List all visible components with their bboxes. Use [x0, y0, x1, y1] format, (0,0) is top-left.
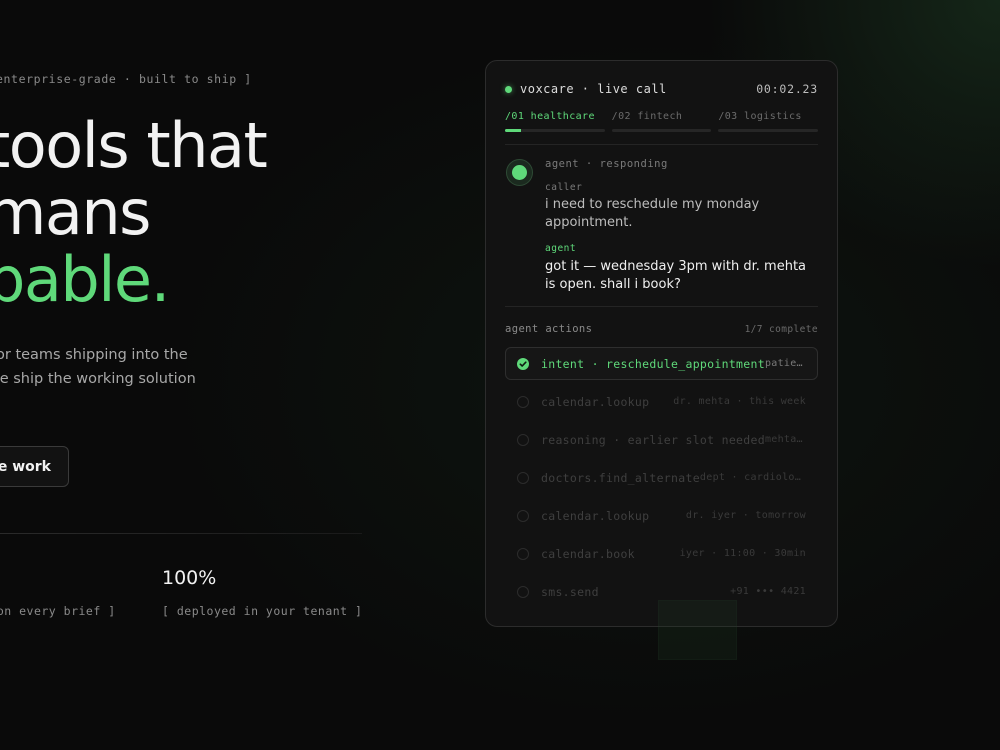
actions-count: 1/7 complete — [744, 324, 818, 335]
action-detail: +91 ••• 4421 — [730, 586, 806, 597]
empty-circle-icon — [517, 509, 529, 522]
action-name: intent · reschedule_appointment — [541, 356, 765, 371]
panel-header: voxcare · live call 00:02.23 — [505, 81, 818, 97]
stat-value-deployed: 100% — [162, 567, 217, 589]
action-name: calendar.book — [541, 546, 635, 561]
action-row[interactable]: calendar.lookup dr. iyer · tomorrow — [505, 499, 818, 532]
empty-circle-icon — [517, 547, 529, 560]
agent-avatar-core — [512, 165, 527, 180]
tab-label: /02 fintech — [611, 111, 683, 122]
action-row[interactable]: reasoning · earlier slot needed mehta f… — [505, 423, 818, 456]
tab-progress-track — [505, 129, 605, 132]
caller-role-label: caller — [545, 182, 583, 193]
action-name: calendar.lookup — [541, 508, 650, 523]
tab-fintech[interactable]: /02 fintech — [611, 111, 712, 132]
stat-label-brief: y on every brief ] — [0, 604, 116, 618]
action-detail: dr. mehta · this week — [673, 396, 806, 407]
hero-subcopy: tems for teams shipping into the m — we … — [0, 343, 196, 391]
live-dot-icon — [505, 85, 512, 93]
tab-healthcare[interactable]: /01 healthcare — [505, 111, 605, 132]
caller-message: i need to reschedule my monday appointme… — [545, 197, 760, 230]
industry-tabs: /01 healthcare /02 fintech /03 logistics — [505, 111, 819, 132]
tab-label: /03 logistics — [718, 111, 802, 122]
action-detail: dept · cardiology — [699, 472, 806, 483]
action-detail: mehta f… — [764, 434, 806, 445]
action-name: sms.send — [541, 584, 599, 599]
actions-title: agent actions — [505, 323, 593, 335]
subcopy-line-2: m — we ship the working solution — [0, 371, 196, 387]
tab-logistics[interactable]: /03 logistics — [718, 111, 819, 132]
action-row[interactable]: calendar.book iyer · 11:00 · 30min — [505, 537, 818, 570]
decorative-square — [658, 600, 737, 660]
tab-progress-track — [611, 129, 712, 132]
tab-label: /01 healthcare — [505, 111, 595, 122]
agent-role-label: agent — [545, 243, 577, 254]
action-detail: dr. iyer · tomorrow — [685, 510, 806, 521]
call-timer: 00:02.23 — [756, 82, 818, 96]
action-name: reasoning · earlier slot needed — [541, 432, 765, 447]
action-detail: iyer · 11:00 · 30min — [679, 548, 806, 559]
see-work-button[interactable]: ve work — [0, 446, 69, 487]
cta-label: ve work — [0, 458, 51, 475]
action-row[interactable]: doctors.find_alternate dept · cardiology — [505, 461, 818, 494]
panel-title: voxcare · live call — [520, 82, 667, 96]
divider — [505, 306, 818, 307]
hero-headline: tools that mans pable. — [0, 109, 268, 316]
agent-message: got it — wednesday 3pm with dr. mehta is… — [545, 259, 807, 292]
tab-progress-track — [718, 129, 819, 132]
empty-circle-icon — [517, 585, 529, 598]
action-row[interactable]: calendar.lookup dr. mehta · this week — [505, 385, 818, 418]
action-name: doctors.find_alternate — [541, 470, 700, 485]
hero-divider — [0, 533, 362, 534]
agent-status: agent · responding — [545, 158, 668, 170]
check-circle-icon — [517, 357, 529, 370]
tab-progress-fill — [505, 129, 521, 132]
live-call-panel: voxcare · live call 00:02.23 /01 healthc… — [485, 60, 838, 627]
headline-line-1: tools that — [0, 109, 268, 182]
headline-line-2: mans — [0, 176, 152, 249]
action-name: calendar.lookup — [541, 394, 650, 409]
action-row[interactable]: intent · reschedule_appointment patient… — [505, 347, 818, 380]
stat-label-deployed: [ deployed in your tenant ] — [162, 604, 363, 618]
agent-avatar-icon — [506, 159, 533, 186]
empty-circle-icon — [517, 395, 529, 408]
headline-line-3: pable. — [0, 243, 170, 316]
action-detail: patient… — [764, 358, 806, 369]
panel-title-group: voxcare · live call — [505, 82, 667, 96]
divider — [505, 144, 818, 145]
empty-circle-icon — [517, 433, 529, 446]
subcopy-line-1: tems for teams shipping into the — [0, 347, 188, 363]
hero-eyebrow: enterprise-grade · built to ship ] — [0, 72, 252, 86]
empty-circle-icon — [517, 471, 529, 484]
